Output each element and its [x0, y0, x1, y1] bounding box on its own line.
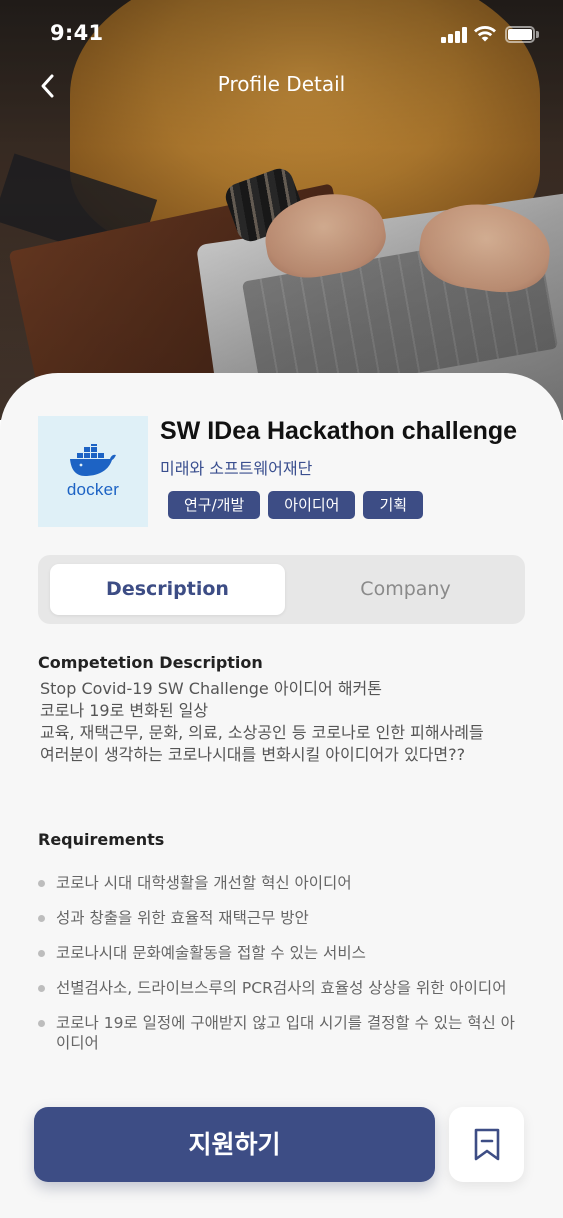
logo-wordmark: docker [66, 479, 120, 499]
company-logo: docker [38, 416, 148, 527]
tab-company[interactable]: Company [288, 564, 523, 615]
description-line: 코로나 19로 변화된 일상 [40, 701, 209, 720]
wifi-icon [474, 25, 496, 42]
description-line: 여러분이 생각하는 코로나시대를 변화시킬 아이디어가 있다면?? [40, 745, 466, 764]
description-line: 교육, 재택근무, 문화, 의료, 소상공인 등 코로나로 인한 피해사례들 [40, 723, 484, 742]
cellular-signal-icon [441, 27, 467, 43]
tag-list: 연구/개발 아이디어 기획 [168, 491, 424, 519]
tag-chip: 기획 [363, 491, 424, 519]
bullet-icon [38, 985, 45, 992]
tag-chip: 연구/개발 [168, 491, 261, 519]
bullet-icon [38, 915, 45, 922]
requirements-list: 코로나 시대 대학생활을 개선할 혁신 아이디어 성과 창출을 위한 효율적 재… [38, 873, 528, 1068]
page-title: Profile Detail [217, 72, 346, 96]
requirements-heading: Requirements [38, 830, 165, 849]
nav-bar: Profile Detail [0, 64, 563, 108]
bullet-icon [38, 880, 45, 887]
tag-chip: 아이디어 [268, 491, 356, 519]
company-name: 미래와 소프트웨어재단 [160, 459, 313, 478]
status-bar: 9:41 [0, 0, 563, 64]
description-body: Stop Covid-19 SW Challenge 아이디어 해커톤 코로나 … [40, 678, 484, 766]
job-title: SW IDea Hackathon challenge [160, 417, 518, 445]
description-line: Stop Covid-19 SW Challenge 아이디어 해커톤 [40, 679, 382, 698]
bullet-icon [38, 1020, 45, 1027]
bullet-icon [38, 950, 45, 957]
bookmark-icon [474, 1128, 499, 1160]
tab-segmented-control: Description Company [38, 555, 525, 624]
description-heading: Competetion Description [38, 653, 263, 672]
list-item: 코로나 시대 대학생활을 개선할 혁신 아이디어 [38, 873, 528, 893]
list-item: 선별검사소, 드라이브스루의 PCR검사의 효율성 상상을 위한 아이디어 [38, 978, 528, 998]
bookmark-button[interactable] [449, 1107, 524, 1182]
detail-sheet: docker SW IDea Hackathon challenge 미래와 소… [0, 373, 563, 1218]
status-time: 9:41 [50, 21, 104, 45]
tab-description[interactable]: Description [50, 564, 285, 615]
battery-icon [505, 26, 539, 43]
list-item: 코로나시대 문화예술활동을 접할 수 있는 서비스 [38, 943, 528, 963]
apply-button[interactable]: 지원하기 [34, 1107, 435, 1182]
list-item: 코로나 19로 일정에 구애받지 않고 입대 시기를 결정할 수 있는 혁신 아… [38, 1013, 528, 1053]
list-item: 성과 창출을 위한 효율적 재택근무 방안 [38, 908, 528, 928]
docker-whale-icon [70, 443, 116, 476]
